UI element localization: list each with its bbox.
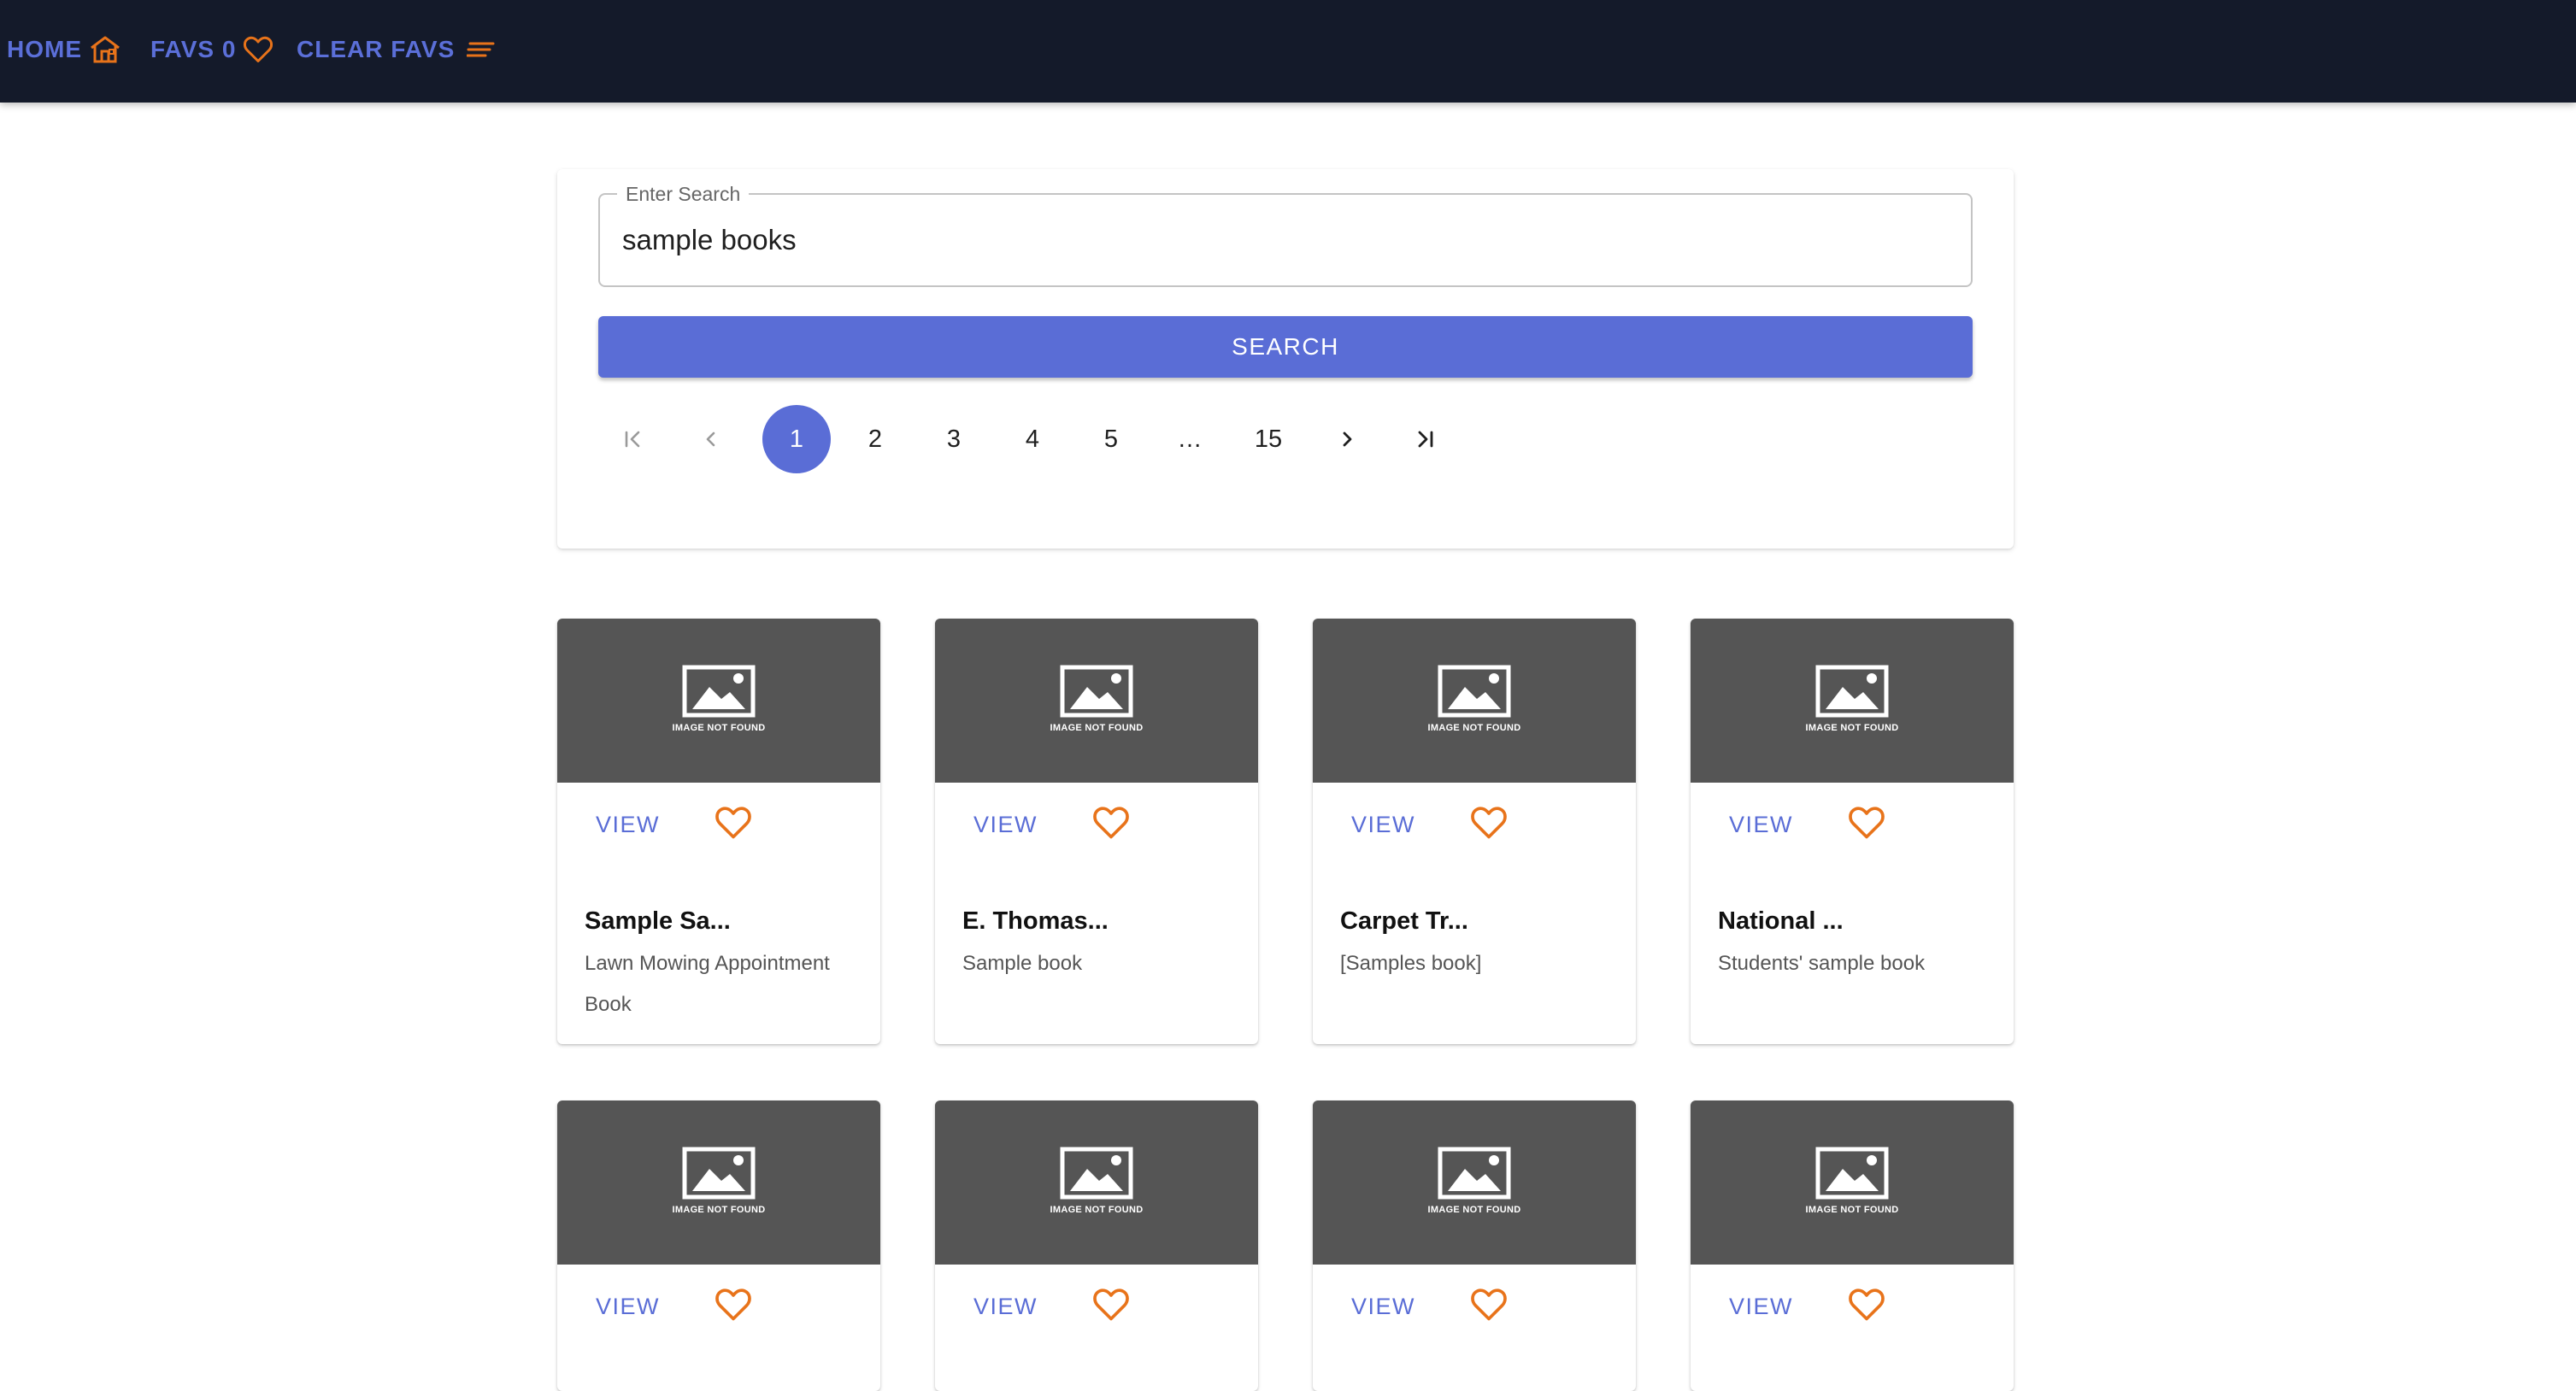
image-not-found-text: IMAGE NOT FOUND — [672, 723, 766, 733]
book-image-placeholder: IMAGE NOT FOUND — [935, 619, 1258, 783]
heart-outline-icon[interactable] — [715, 805, 752, 841]
book-image-placeholder: IMAGE NOT FOUND — [1313, 619, 1636, 783]
pagination: 1 2 3 4 5 … 15 — [598, 405, 1453, 473]
sort-lines-icon — [467, 42, 495, 57]
page-button-3[interactable]: 3 — [920, 405, 988, 473]
home-nav-link[interactable]: HOME — [7, 0, 121, 99]
first-page-icon — [625, 431, 640, 448]
heart-outline-icon[interactable] — [1470, 1287, 1508, 1323]
image-not-found-text: IMAGE NOT FOUND — [1427, 723, 1521, 733]
chevron-right-icon — [1343, 431, 1352, 447]
book-card: IMAGE NOT FOUND VIEW E. Thomas... Sample… — [935, 619, 1258, 1044]
favs-nav-link[interactable]: FAVS 0 — [150, 0, 273, 99]
view-button[interactable]: VIEW — [1351, 812, 1415, 838]
book-card: IMAGE NOT FOUND VIEW — [1691, 1100, 2014, 1391]
heart-outline-icon[interactable] — [1848, 1287, 1885, 1323]
book-subtitle: Students' sample book — [1718, 952, 1926, 975]
view-button[interactable]: VIEW — [973, 1294, 1038, 1320]
heart-outline-icon[interactable] — [1470, 805, 1508, 841]
page-button-15[interactable]: 15 — [1234, 405, 1303, 473]
page-button-1[interactable]: 1 — [762, 405, 831, 473]
heart-outline-icon[interactable] — [1092, 805, 1130, 841]
image-placeholder-icon — [1438, 665, 1511, 718]
book-card: IMAGE NOT FOUND VIEW — [935, 1100, 1258, 1391]
first-page-button[interactable] — [598, 405, 667, 473]
search-input[interactable] — [622, 195, 1938, 285]
image-not-found-text: IMAGE NOT FOUND — [1805, 1205, 1899, 1215]
view-button[interactable]: VIEW — [596, 1294, 660, 1320]
image-placeholder-icon — [1060, 1147, 1133, 1200]
home-nav-label: HOME — [7, 36, 82, 62]
heart-outline-icon[interactable] — [715, 1287, 752, 1323]
search-panel: Enter Search SEARCH 1 2 3 4 5 … 15 — [557, 169, 2014, 549]
image-not-found-text: IMAGE NOT FOUND — [1050, 1205, 1144, 1215]
book-subtitle: [Samples book] — [1340, 952, 1482, 975]
book-title: E. Thomas... — [962, 907, 1109, 935]
book-image-placeholder: IMAGE NOT FOUND — [557, 1100, 880, 1265]
chevron-left-icon — [706, 431, 715, 447]
book-card: IMAGE NOT FOUND VIEW National ... Studen… — [1691, 619, 2014, 1044]
page-button-5[interactable]: 5 — [1077, 405, 1145, 473]
heart-outline-icon[interactable] — [1092, 1287, 1130, 1323]
previous-page-button[interactable] — [677, 405, 745, 473]
image-placeholder-icon — [1815, 1147, 1889, 1200]
top-nav-bar: HOME FAVS 0 CLEAR FAVS — [0, 0, 2576, 103]
image-not-found-text: IMAGE NOT FOUND — [672, 1205, 766, 1215]
view-button[interactable]: VIEW — [1729, 812, 1793, 838]
book-card: IMAGE NOT FOUND VIEW — [557, 1100, 880, 1391]
book-image-placeholder: IMAGE NOT FOUND — [1691, 1100, 2014, 1265]
view-button[interactable]: VIEW — [1351, 1294, 1415, 1320]
image-placeholder-icon — [682, 665, 756, 718]
book-title: Sample Sa... — [585, 907, 731, 935]
pagination-ellipsis: … — [1177, 425, 1203, 453]
next-page-button[interactable] — [1313, 405, 1381, 473]
image-not-found-text: IMAGE NOT FOUND — [1427, 1205, 1521, 1215]
book-title: Carpet Tr... — [1340, 907, 1468, 935]
search-button[interactable]: SEARCH — [598, 316, 1973, 378]
favs-nav-label: FAVS 0 — [150, 36, 237, 62]
clear-favs-nav-label: CLEAR FAVS — [297, 36, 456, 62]
book-card: IMAGE NOT FOUND VIEW Sample Sa... Lawn M… — [557, 619, 880, 1044]
book-image-placeholder: IMAGE NOT FOUND — [935, 1100, 1258, 1265]
image-placeholder-icon — [1438, 1147, 1511, 1200]
book-image-placeholder: IMAGE NOT FOUND — [1691, 619, 2014, 783]
house-icon — [91, 36, 120, 63]
image-placeholder-icon — [682, 1147, 756, 1200]
heart-outline-icon[interactable] — [1848, 805, 1885, 841]
page-button-4[interactable]: 4 — [998, 405, 1067, 473]
page-button-2[interactable]: 2 — [841, 405, 909, 473]
book-image-placeholder: IMAGE NOT FOUND — [557, 619, 880, 783]
view-button[interactable]: VIEW — [1729, 1294, 1793, 1320]
book-subtitle: Sample book — [962, 952, 1083, 975]
book-title: National ... — [1718, 907, 1844, 935]
image-not-found-text: IMAGE NOT FOUND — [1050, 723, 1144, 733]
image-not-found-text: IMAGE NOT FOUND — [1805, 723, 1899, 733]
view-button[interactable]: VIEW — [596, 812, 660, 838]
image-placeholder-icon — [1060, 665, 1133, 718]
book-card: IMAGE NOT FOUND VIEW Carpet Tr... [Sampl… — [1313, 619, 1636, 1044]
image-placeholder-icon — [1815, 665, 1889, 718]
book-image-placeholder: IMAGE NOT FOUND — [1313, 1100, 1636, 1265]
view-button[interactable]: VIEW — [973, 812, 1038, 838]
last-page-button[interactable] — [1391, 405, 1460, 473]
heart-outline-icon — [244, 36, 273, 62]
last-page-icon — [1418, 431, 1433, 448]
search-field[interactable]: Enter Search — [598, 183, 1973, 287]
book-card: IMAGE NOT FOUND VIEW — [1313, 1100, 1636, 1391]
book-subtitle: Lawn Mowing Appointment Book — [585, 952, 830, 1016]
clear-favs-nav-link[interactable]: CLEAR FAVS — [297, 0, 496, 99]
